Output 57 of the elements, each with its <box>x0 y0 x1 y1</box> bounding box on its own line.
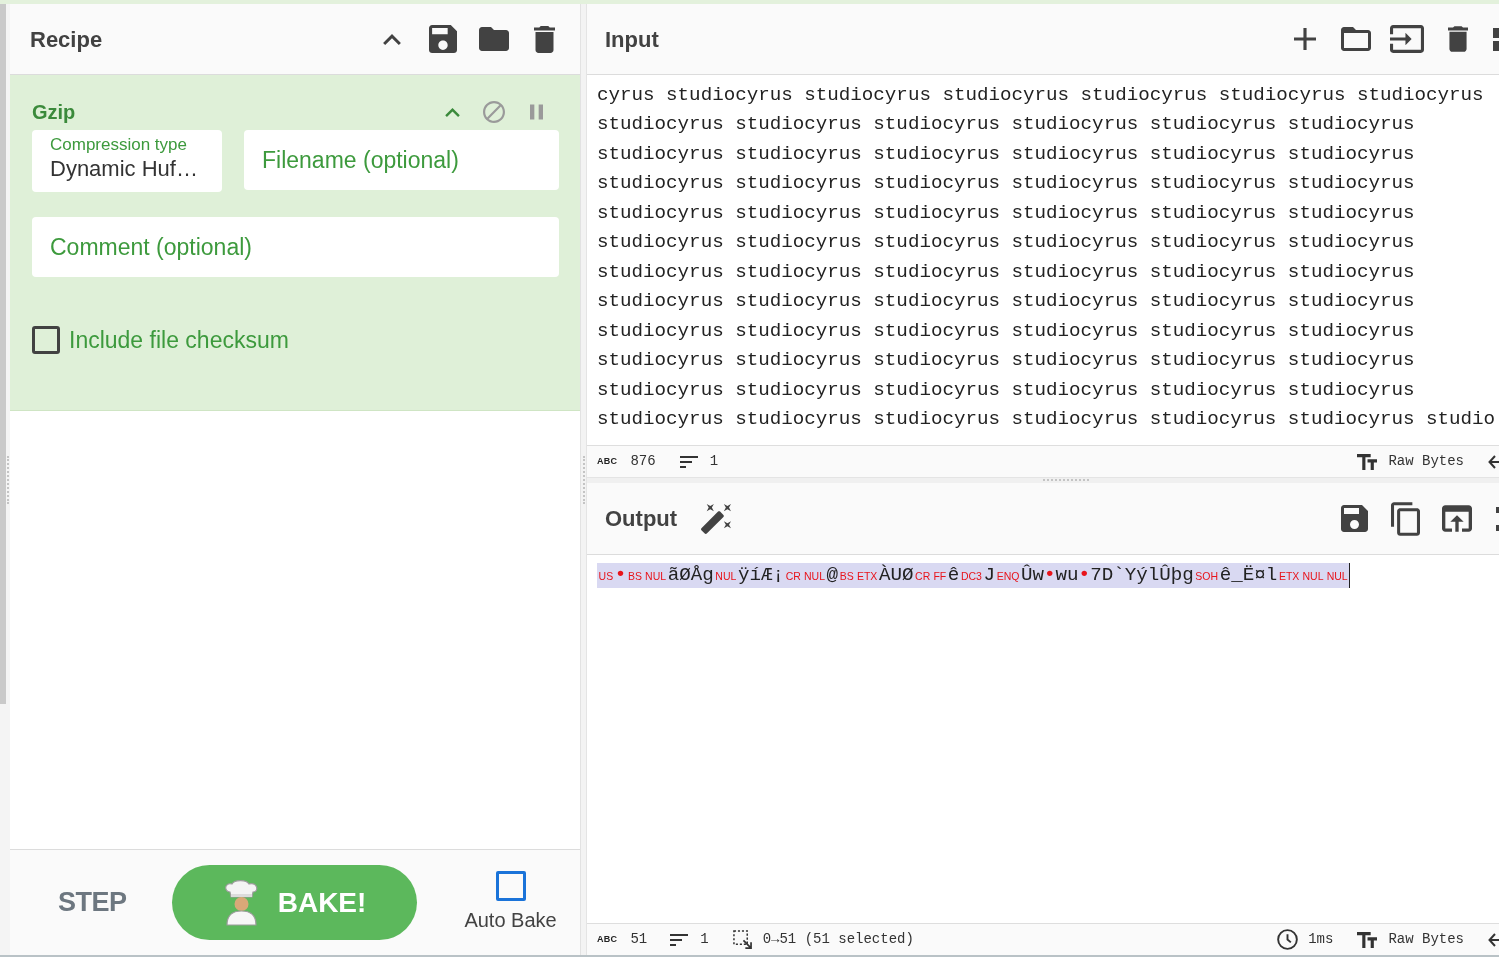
length-count: 51 <box>630 930 648 949</box>
font-size-icon[interactable] <box>1357 453 1378 470</box>
output-text: US•BS NUL ãØÅg NULÿíÆ¡CR NUL@BS ETXÀUØCR FF ê DC3 J ENQ Ûw•wu•7D`YýlÛþg SOH ê_Ë¤l ETX NUL NUL <box>597 563 1351 588</box>
lines-icon <box>679 455 698 468</box>
clock-icon <box>1277 929 1299 950</box>
copy-icon[interactable] <box>1391 501 1420 536</box>
magic-wand-icon[interactable] <box>701 503 732 534</box>
delete-icon[interactable] <box>534 25 555 53</box>
folder-icon[interactable] <box>478 27 509 51</box>
input-text-line: studiocyrus studiocyrus studiocyrus studiocyrus studiocyrus studiocyrus <box>597 259 1415 285</box>
save-icon[interactable] <box>428 25 457 53</box>
input-text-line: studiocyrus studiocyrus studiocyrus studiocyrus studiocyrus studiocyrus <box>597 200 1415 226</box>
auto-bake-checkbox[interactable] <box>495 870 526 901</box>
checkbox[interactable] <box>32 326 60 355</box>
input-text-line: studiocyrus studiocyrus studiocyrus studiocyrus studiocyrus studiocyrus <box>597 141 1415 167</box>
selection-icon <box>732 930 752 949</box>
operation-title: Gzip <box>32 100 76 125</box>
font-size-icon[interactable] <box>1357 931 1378 948</box>
add-icon[interactable] <box>1293 28 1316 50</box>
input-text-line: studiocyrus studiocyrus studiocyrus studiocyrus studiocyrus studiocyrus <box>597 289 1415 315</box>
encoding-label[interactable]: Raw Bytes <box>1388 451 1464 472</box>
text-field[interactable]: Comment (optional) <box>32 217 559 277</box>
checkbox-label: Include file checksum <box>69 326 289 355</box>
save-icon[interactable] <box>1341 505 1368 532</box>
input-text-line: studiocyrus studiocyrus studiocyrus studiocyrus studiocyrus studiocyrus <box>597 171 1415 197</box>
step-button[interactable]: STEP <box>48 876 137 929</box>
recipe-title: Recipe <box>30 25 103 54</box>
arrow-icon[interactable] <box>1488 454 1499 469</box>
lines-icon <box>670 933 689 946</box>
input-text-line: studiocyrus studiocyrus studiocyrus studiocyrus studiocyrus studiocyrus studio <box>597 407 1496 432</box>
input-text-line: studiocyrus studiocyrus studiocyrus studiocyrus studiocyrus studiocyrus <box>597 318 1415 344</box>
abc-glyph: ABC <box>597 454 618 468</box>
upload-icon[interactable] <box>1441 505 1472 532</box>
encoding-label[interactable]: Raw Bytes <box>1388 929 1464 950</box>
input-text-line: studiocyrus studiocyrus studiocyrus studiocyrus studiocyrus studiocyrus <box>597 377 1415 403</box>
output-title: Output <box>605 505 678 533</box>
folder-icon[interactable] <box>1340 27 1371 51</box>
abc-glyph: ABC <box>597 932 618 946</box>
text-field[interactable]: Filename (optional) <box>244 130 559 190</box>
arrow-icon[interactable] <box>1488 932 1499 947</box>
input-title: Input <box>605 25 659 54</box>
import-icon[interactable] <box>1389 25 1424 53</box>
input-text-line: studiocyrus studiocyrus studiocyrus studiocyrus studiocyrus studiocyrus <box>597 230 1415 256</box>
collapse-icon[interactable] <box>382 33 401 45</box>
tiles-icon[interactable] <box>1493 27 1499 51</box>
delete-icon[interactable] <box>1447 26 1468 52</box>
input-text-line: cyrus studiocyrus studiocyrus studiocyrus studiocyrus studiocyrus studiocyrus <box>597 83 1484 108</box>
line-count: 1 <box>709 452 719 471</box>
line-count: 1 <box>700 930 709 949</box>
dashes-icon[interactable] <box>1496 506 1499 531</box>
selection-range: 0→51 (51 selected) <box>762 930 914 949</box>
dropdown-field[interactable]: Compression type Dynamic Huf… <box>32 130 222 192</box>
elapsed-time: 1ms <box>1308 930 1334 949</box>
input-text-line: studiocyrus studiocyrus studiocyrus studiocyrus studiocyrus studiocyrus <box>597 348 1415 374</box>
input-text-line: studiocyrus studiocyrus studiocyrus studiocyrus studiocyrus studiocyrus <box>597 112 1415 138</box>
auto-bake-label: Auto Bake <box>464 907 557 933</box>
length-count: 876 <box>630 452 656 471</box>
